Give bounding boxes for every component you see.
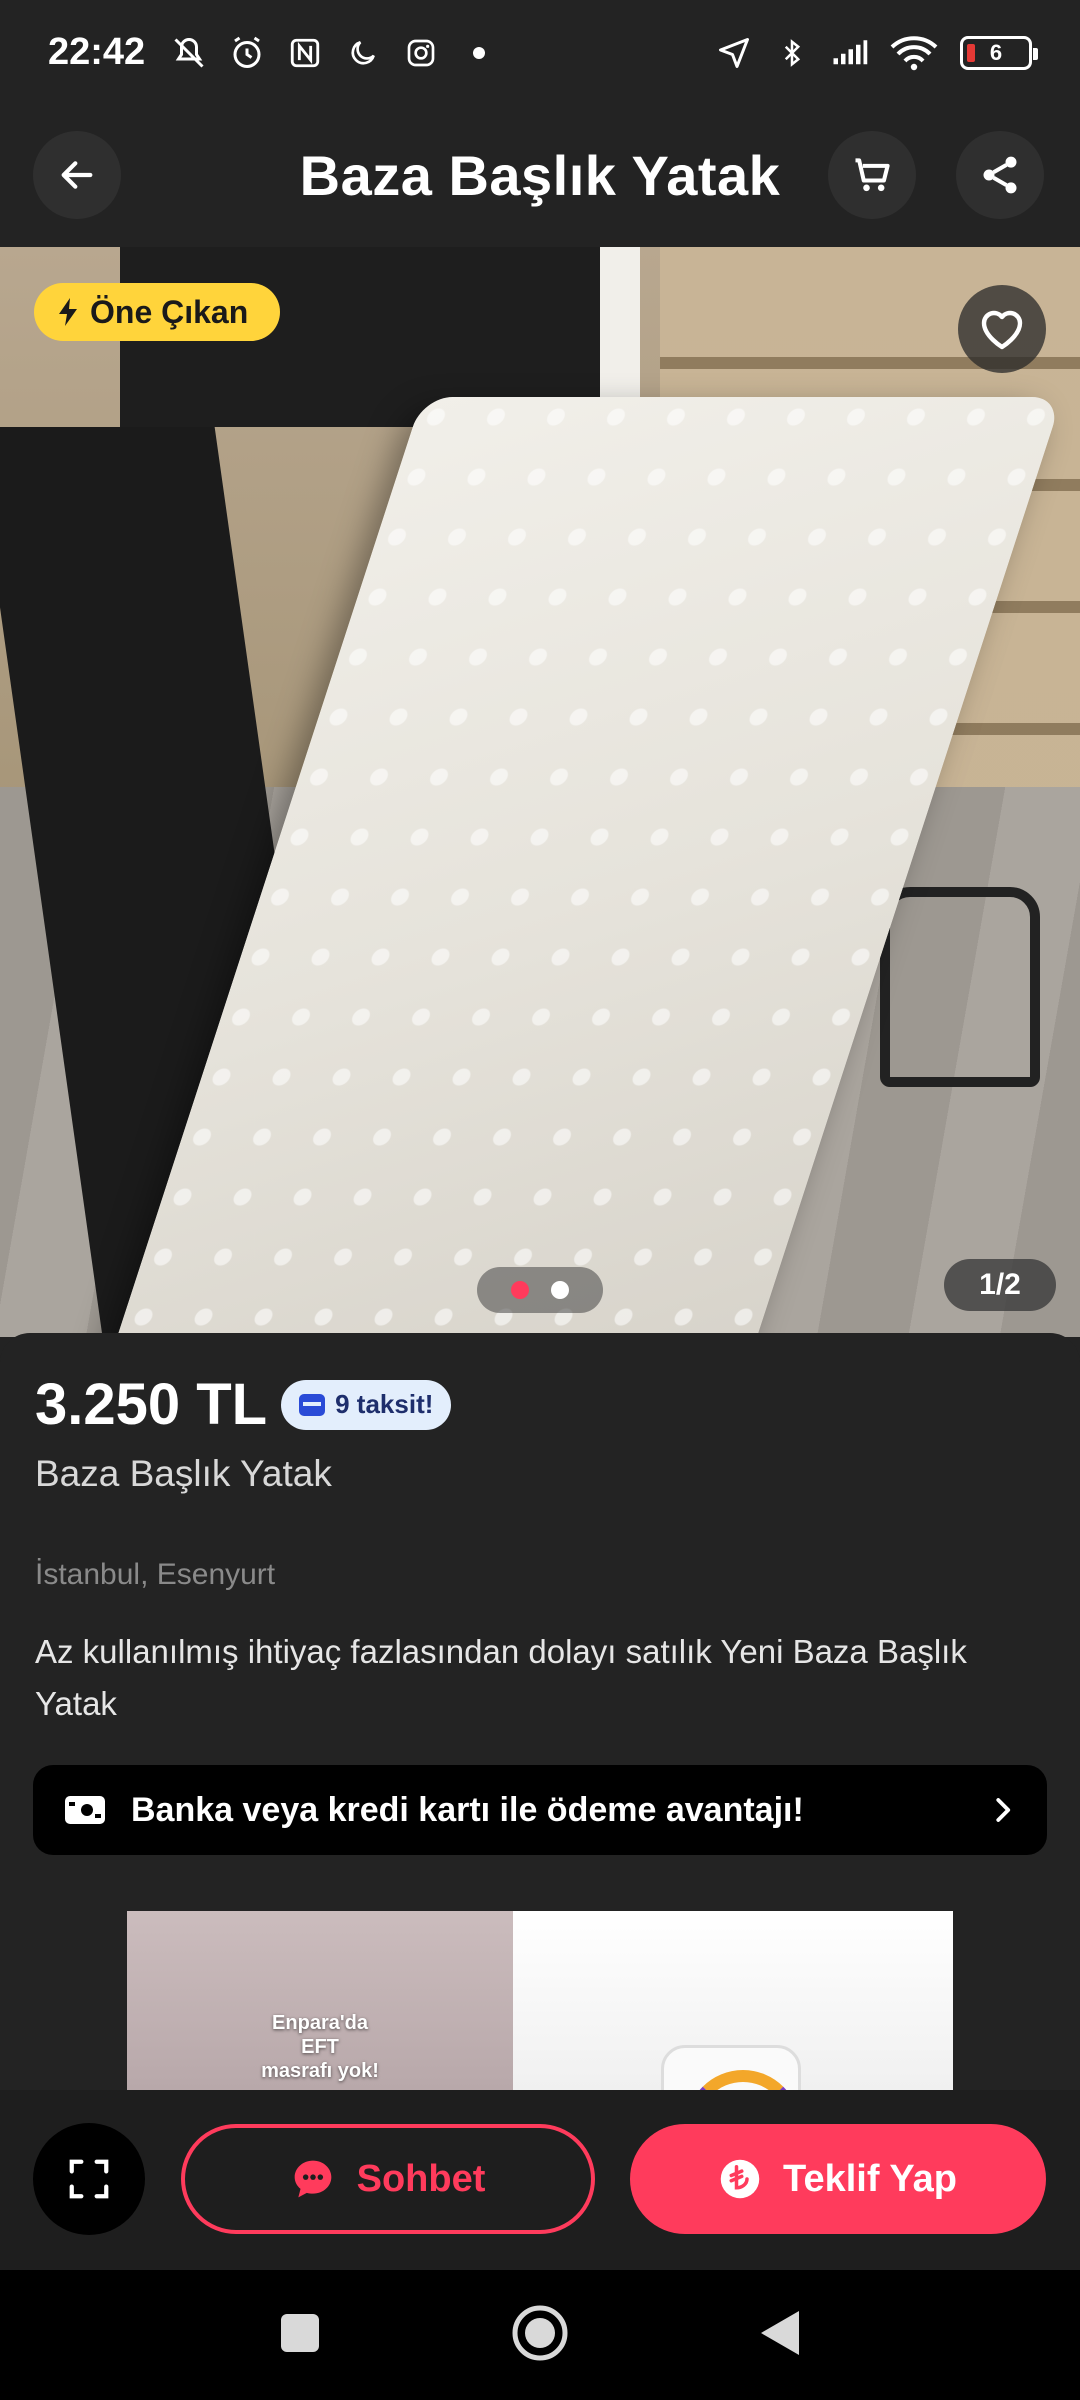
make-offer-button[interactable]: Teklif Yap: [630, 2124, 1046, 2234]
bottom-action-bar: Sohbet Teklif Yap: [0, 2090, 1080, 2270]
listing-title: Baza Başlık Yatak: [35, 1453, 332, 1494]
listing-location: İstanbul, Esenyurt: [35, 1558, 276, 1591]
ad-text-line1: Enpara'da: [272, 2012, 368, 2034]
app-header: Baza Başlık Yatak: [0, 105, 1080, 247]
ad-right-panel: [513, 1911, 953, 2091]
chat-bubble-icon: [294, 2160, 331, 2198]
recents-button[interactable]: [279, 2312, 321, 2359]
scan-button[interactable]: [33, 2123, 145, 2235]
favorite-button[interactable]: [958, 285, 1046, 373]
ad-banner[interactable]: Enpara'da EFT masrafı yok!: [127, 1911, 953, 2091]
price: 3.250 TL: [35, 1372, 268, 1437]
lira-coin-icon: [720, 2159, 760, 2199]
photo-chair: [880, 887, 1040, 1087]
installment-badge: 9 taksit!: [281, 1379, 452, 1430]
cart-icon: [855, 158, 890, 192]
battery-level: 6: [989, 39, 1003, 65]
share-icon: [983, 156, 1017, 194]
gallery-pagination-dots: [477, 1267, 603, 1313]
bank-banner-text: Banka veya kredi kartı ile ödeme avantaj…: [131, 1790, 804, 1829]
page-title: Baza Başlık Yatak: [299, 144, 781, 207]
ad-text-line3: masrafı yok!: [261, 2060, 379, 2082]
image-counter: 1/2: [944, 1259, 1056, 1311]
cart-button[interactable]: [828, 131, 916, 219]
instagram-icon: [403, 35, 439, 71]
home-circle-icon: [512, 2305, 568, 2360]
alarm-icon: [229, 35, 265, 71]
ad-text-line2: EFT: [301, 2036, 339, 2058]
listing-description: Az kullanılmış ihtiyaç fazlasından dolay…: [35, 1633, 967, 1722]
back-nav-button[interactable]: [759, 2309, 801, 2362]
pagination-dot-active: [511, 1281, 529, 1299]
featured-badge: Öne Çıkan: [34, 283, 281, 341]
battery-icon: 6: [960, 35, 1038, 70]
featured-badge-label: Öne Çıkan: [90, 293, 249, 330]
status-time: 22:42: [48, 31, 146, 73]
bank-payment-banner[interactable]: Banka veya kredi kartı ile ödeme avantaj…: [33, 1765, 1047, 1855]
wallet-icon: [65, 1796, 105, 1824]
share-button[interactable]: [956, 131, 1044, 219]
chat-button[interactable]: Sohbet: [181, 2124, 595, 2234]
signal-icon: [832, 35, 868, 71]
home-button[interactable]: [511, 2304, 569, 2367]
triangle-back-icon: [761, 2310, 799, 2355]
make-offer-label: Teklif Yap: [783, 2157, 957, 2200]
location-arrow-icon: [716, 35, 752, 71]
dot-icon: [461, 35, 497, 71]
ad-left-panel: Enpara'da EFT masrafı yok!: [127, 1911, 513, 2091]
nfc-icon: [287, 35, 323, 71]
price-row: 3.250 TL 9 taksit!: [35, 1371, 452, 1438]
mute-icon: [171, 35, 207, 71]
lightning-icon: [59, 298, 77, 326]
installment-label: 9 taksit!: [335, 1389, 434, 1419]
pagination-dot: [551, 1281, 569, 1299]
heart-icon: [981, 310, 1023, 350]
credit-card-icon: [299, 1393, 326, 1416]
product-image-gallery[interactable]: Öne Çıkan 1/2: [0, 247, 1080, 1337]
wifi-icon: [890, 35, 938, 71]
listing-details: 3.250 TL 9 taksit! Baza Başlık Yatak İst…: [0, 1333, 1080, 2091]
scan-frame-icon: [69, 2159, 109, 2199]
chat-button-label: Sohbet: [356, 2157, 486, 2200]
chevron-right-icon: [996, 1798, 1011, 1822]
moon-icon: [345, 35, 381, 71]
app-logo-icon: [661, 2045, 801, 2091]
bluetooth-icon: [774, 35, 810, 71]
system-navigation-bar: [0, 2270, 1080, 2400]
status-bar: 22:42 6: [0, 0, 1080, 105]
square-icon: [281, 2313, 319, 2352]
